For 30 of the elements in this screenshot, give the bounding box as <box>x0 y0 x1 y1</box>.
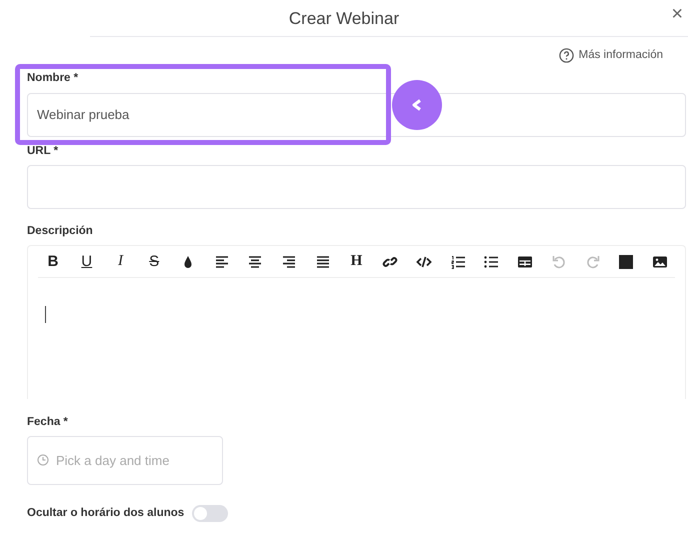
image-icon[interactable] <box>652 254 668 270</box>
strikethrough-button[interactable]: S <box>145 252 164 270</box>
align-left-icon[interactable] <box>214 254 230 270</box>
chevron-left-icon <box>411 99 423 111</box>
table-icon[interactable] <box>517 254 534 270</box>
help-link[interactable]: Más información <box>558 47 663 64</box>
toggle-label: Ocultar o horário dos alunos <box>27 506 184 522</box>
date-time-field[interactable]: Pick a day and time <box>27 436 223 486</box>
italic-button[interactable]: I <box>111 252 130 270</box>
dialog-title: Crear Webinar <box>288 8 400 30</box>
bullet-list-icon[interactable] <box>483 254 500 270</box>
toggle-switch[interactable] <box>192 505 228 522</box>
justify-icon[interactable] <box>314 254 331 270</box>
text-field[interactable]: Webinar prueba <box>27 92 686 136</box>
text-cursor <box>45 306 46 323</box>
align-center-icon[interactable] <box>247 254 264 270</box>
heading-button[interactable]: H <box>347 252 366 270</box>
bold-button[interactable]: B <box>44 252 62 270</box>
field-label: URL * <box>27 144 58 158</box>
underline-button[interactable]: U <box>78 252 96 270</box>
square-icon[interactable] <box>618 254 634 270</box>
ordered-list-icon[interactable] <box>450 254 466 270</box>
help-icon <box>558 48 574 64</box>
text-field[interactable] <box>27 164 686 209</box>
align-right-icon[interactable] <box>281 254 298 270</box>
field-label: Descripción <box>27 224 93 239</box>
field-label: Nombre * <box>27 71 78 86</box>
close-button[interactable]: × <box>668 4 686 24</box>
collapse-button[interactable] <box>392 80 442 130</box>
field-label: Fecha * <box>27 415 69 430</box>
